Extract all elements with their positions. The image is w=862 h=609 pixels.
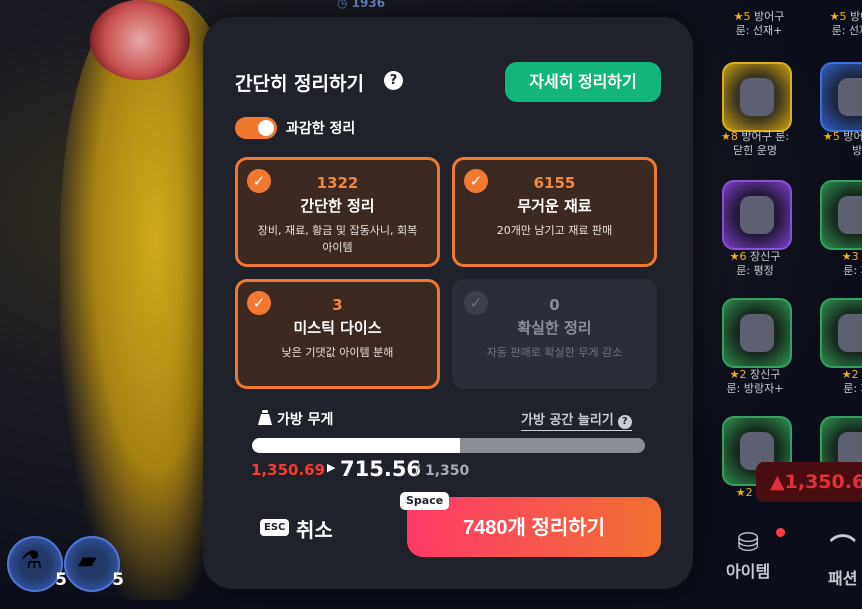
bag-icon: ⛁ xyxy=(737,528,759,558)
quick-cleanup-dialog: 간단히 정리하기 ? 자세히 정리하기 과감한 정리 ✓ 1322 간단한 정리… xyxy=(203,17,693,589)
rune-item[interactable] xyxy=(722,62,792,132)
card-title: 간단한 정리 xyxy=(300,197,375,215)
card-title: 미스틱 다이스 xyxy=(293,319,382,337)
inventory-label: ★5 방어구룬: 선재+ xyxy=(829,10,862,37)
notification-dot xyxy=(776,528,785,537)
cancel-button[interactable]: 취소 xyxy=(296,514,333,543)
check-icon: ✓ xyxy=(247,169,271,193)
weight-bar xyxy=(252,438,645,453)
check-icon: ✓ xyxy=(464,169,488,193)
max-weight: / 1,350 xyxy=(415,463,470,479)
card-title: 확실한 정리 xyxy=(517,319,592,337)
arrow-right-icon: ▶ xyxy=(327,461,336,474)
card-heavy-materials[interactable]: ✓ 6155 무거운 재료 20개만 남기고 재료 판매 xyxy=(452,157,657,267)
character-head xyxy=(90,0,190,80)
side-weight-indicator: ▲1,350.6 xyxy=(756,462,862,502)
card-description: 장비, 재료, 황금 및 잡동사니, 회복 아이템 xyxy=(257,224,418,254)
rune-item[interactable] xyxy=(820,180,862,250)
check-icon: ✓ xyxy=(247,291,271,315)
inventory-label: ★3 방룬: 재 xyxy=(841,250,862,277)
card-title: 무거운 재료 xyxy=(517,197,592,215)
card-description: 20개만 남기고 재료 판매 xyxy=(496,224,613,237)
card-description: 낮은 기댓값 아이템 분해 xyxy=(281,346,394,359)
nav-items[interactable]: ⛁ 아이템 xyxy=(726,528,770,582)
hanger-icon: ⌒ xyxy=(829,534,856,564)
dialog-title: 간단히 정리하기 xyxy=(235,73,364,95)
top-counter: ◷ 1936 xyxy=(337,0,386,10)
esc-key-hint: ESC xyxy=(260,519,290,536)
inventory-label: ★5 방어구 룬:방 xyxy=(822,130,862,157)
rune-item[interactable] xyxy=(820,298,862,368)
scroll-icon: ▰ xyxy=(78,546,97,574)
current-weight: 1,350.69 xyxy=(251,461,326,479)
help-icon[interactable]: ? xyxy=(384,71,403,90)
check-icon: ✓ xyxy=(464,291,488,315)
help-icon: ? xyxy=(617,415,632,429)
card-simple-cleanup[interactable]: ✓ 1322 간단한 정리 장비, 재료, 황금 및 잡동사니, 회복 아이템 xyxy=(235,157,440,267)
inventory-label: ★2 장신구 룬: 방랑자+ xyxy=(726,368,784,395)
weight-bag-icon xyxy=(258,410,272,425)
weight-after-cleanup: 715.56 xyxy=(340,457,422,481)
inventory-label: ★6 장신구 룬: 평정 xyxy=(729,250,781,277)
toggle-label: 과감한 정리 xyxy=(286,121,356,137)
potion-icon: ⚗ xyxy=(21,546,43,574)
bold-cleanup-toggle[interactable] xyxy=(235,117,277,139)
rune-item[interactable] xyxy=(722,298,792,368)
nav-fashion[interactable]: ⌒ 패션 xyxy=(828,528,857,589)
weight-bar-fill xyxy=(252,438,461,453)
inventory-label: ★2 방룬: 화 xyxy=(841,368,862,395)
rune-item[interactable] xyxy=(722,180,792,250)
bag-weight-label: 가방 무게 xyxy=(277,412,334,428)
detail-cleanup-button[interactable]: 자세히 정리하기 xyxy=(505,62,661,102)
card-sure-cleanup[interactable]: ✓ 0 확실한 정리 자동 판매로 확실한 무게 감소 xyxy=(452,279,657,389)
card-description: 자동 판매로 확실한 무게 감소 xyxy=(486,346,623,359)
inventory-label: ★5 방어구룬: 선재+ xyxy=(733,10,785,37)
quick-slot[interactable]: ▰ 5 xyxy=(64,536,124,592)
expand-bag-link[interactable]: 가방 공간 늘리기? xyxy=(521,409,632,431)
card-mystic-dice[interactable]: ✓ 3 미스틱 다이스 낮은 기댓값 아이템 분해 xyxy=(235,279,440,389)
space-key-hint: Space xyxy=(400,492,450,510)
quick-slot[interactable]: ⚗ 5 xyxy=(7,536,67,592)
inventory-label: ★8 방어구 룬: 닫힌 운명 xyxy=(720,130,790,157)
rune-item[interactable] xyxy=(820,62,862,132)
